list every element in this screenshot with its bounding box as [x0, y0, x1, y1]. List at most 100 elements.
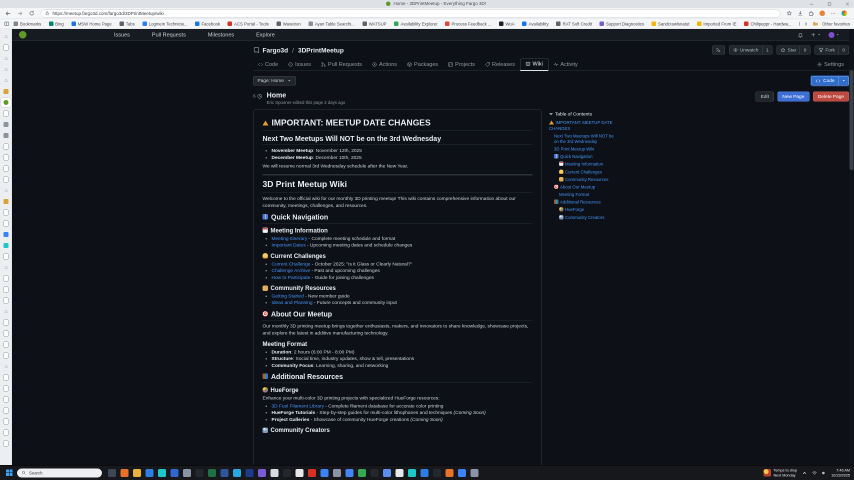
vertical-tab[interactable] [0, 350, 12, 361]
navbar-item-issues[interactable]: Issues [114, 32, 130, 38]
navbar-item-pull-requests[interactable]: Pull Requests [152, 32, 186, 38]
taskbar-app-icon[interactable] [433, 469, 441, 477]
taskbar-app-icon[interactable] [108, 469, 116, 477]
vertical-tab[interactable]: ⌂ [0, 185, 12, 196]
bookmark-item[interactable]: RAT Soft Credit [556, 21, 592, 26]
taskbar-app-icon[interactable] [458, 469, 466, 477]
taskbar-app-icon[interactable] [383, 469, 391, 477]
vertical-tab[interactable] [0, 42, 12, 53]
maximize-button[interactable] [827, 2, 832, 7]
vertical-tab[interactable] [0, 383, 12, 394]
browser-tab[interactable]: Home - 3DPrintMeetup - Everything Fargo … [386, 1, 486, 6]
fork-button[interactable]: Fork0 [814, 46, 849, 55]
toc-collapse-icon[interactable] [549, 113, 553, 116]
start-button[interactable] [6, 469, 13, 476]
bookmark-item[interactable]: Availability [522, 21, 549, 26]
network-icon[interactable] [812, 470, 817, 475]
downloads-icon[interactable] [798, 11, 804, 17]
vertical-tab[interactable] [0, 196, 12, 207]
content-link[interactable]: Current Challenge [272, 261, 311, 267]
wiki-revisions-button[interactable]: 6 [253, 94, 263, 100]
taskbar-app-icon[interactable] [471, 469, 479, 477]
bookmark-item[interactable]: WATSUP [362, 21, 386, 26]
vertical-tab[interactable] [0, 394, 12, 405]
content-link[interactable]: Meeting Itinerary [272, 236, 308, 242]
tab-actions[interactable]: Actions [367, 60, 402, 71]
bookmark-item[interactable]: Support Diagnostics [599, 21, 644, 26]
toc-link[interactable]: Meeting Format [549, 192, 615, 198]
taskbar-app-icon[interactable] [121, 469, 129, 477]
vertical-tab[interactable] [0, 273, 12, 284]
taskbar-app-icon[interactable] [183, 469, 191, 477]
content-link[interactable]: How to Participate [272, 275, 311, 281]
taskbar-app-icon[interactable] [308, 469, 316, 477]
user-menu[interactable] [829, 32, 841, 38]
bookmark-item[interactable]: Wavetron [276, 21, 301, 26]
taskbar-app-icon[interactable] [158, 469, 166, 477]
other-favorites-button[interactable]: Other favorites [822, 21, 850, 26]
toc-link[interactable]: Community Resources [549, 177, 615, 183]
content-link[interactable]: Getting Started [272, 294, 304, 300]
scrollbar-thumb[interactable] [850, 70, 854, 170]
bookmark-item[interactable]: ACS Portal - Tools [228, 21, 269, 26]
taskbar-app-icon[interactable] [283, 469, 291, 477]
content-link[interactable]: Challenge Archive [272, 268, 311, 274]
taskbar-app-icon[interactable] [296, 469, 304, 477]
taskbar-app-icon[interactable] [133, 469, 141, 477]
bookmark-item[interactable]: Process Feedback ... [445, 21, 491, 26]
taskbar-weather[interactable]: Temps to drop Next Monday [763, 468, 797, 477]
vertical-tab[interactable] [0, 295, 12, 306]
bookmark-item[interactable]: Availability Explorer [394, 21, 438, 26]
taskbar-search[interactable]: Search [17, 468, 102, 477]
extensions-icon[interactable] [809, 11, 815, 17]
vertical-tab[interactable] [0, 97, 12, 108]
taskbar-app-icon[interactable] [246, 469, 254, 477]
taskbar-app-icon[interactable] [208, 469, 216, 477]
taskbar-app-icon[interactable] [258, 469, 266, 477]
refresh-button[interactable] [29, 11, 35, 17]
tab-releases[interactable]: Releases [480, 60, 520, 71]
vertical-tab[interactable]: ⌂ [0, 53, 12, 64]
bookmarks-overflow-icon[interactable] [804, 21, 809, 26]
vertical-tab[interactable] [0, 174, 12, 185]
tab-settings[interactable]: Settings [812, 60, 849, 71]
vertical-tab[interactable] [0, 108, 12, 119]
vertical-tab[interactable] [0, 317, 12, 328]
bookmark-item[interactable]: Sandcrawlsnatut [651, 21, 689, 26]
bookmark-item[interactable]: How to configure A... [799, 21, 800, 26]
vertical-tab[interactable] [0, 163, 12, 174]
notifications-bell-icon[interactable] [798, 32, 804, 38]
taskbar-app-icon[interactable] [321, 469, 329, 477]
rss-feed-button[interactable] [712, 46, 725, 55]
vertical-tab[interactable] [0, 141, 12, 152]
tab-code[interactable]: Code [253, 60, 283, 71]
content-link[interactable]: Ideas and Planning [272, 300, 313, 306]
toc-link[interactable]: Quick Navigation [549, 154, 615, 160]
create-new-button[interactable] [811, 32, 822, 38]
toc-link[interactable]: 3D Print Meetup Wiki [549, 147, 615, 153]
taskbar-app-icon[interactable] [233, 469, 241, 477]
vertical-tab[interactable] [0, 240, 12, 251]
vertical-tab[interactable] [0, 372, 12, 383]
vertical-tab[interactable] [0, 207, 12, 218]
vertical-tab[interactable] [0, 427, 12, 438]
taskbar-app-icon[interactable] [271, 469, 279, 477]
navbar-item-explore[interactable]: Explore [256, 32, 275, 38]
taskbar-app-icon[interactable] [171, 469, 179, 477]
vertical-tab[interactable]: ⌂ [0, 75, 12, 86]
wiki-page-dropdown[interactable]: Page: Home [253, 76, 296, 86]
toc-link[interactable]: Community Creators [549, 215, 615, 221]
bookmark-item[interactable]: Chilipeppr - Hardwa... [744, 21, 792, 26]
tab-issues[interactable]: Issues [283, 60, 316, 71]
bookmark-item[interactable]: Facebook [195, 21, 220, 26]
bookmark-item[interactable]: Tabs [119, 21, 134, 26]
bookmark-item[interactable]: Imported From IE [697, 21, 737, 26]
repo-owner-link[interactable]: Fargo3d [263, 46, 289, 54]
tab-projects[interactable]: Projects [443, 60, 480, 71]
vertical-tab[interactable] [0, 438, 12, 449]
toc-link[interactable]: Meeting Information [549, 162, 615, 168]
browser-menu-icon[interactable] [831, 11, 837, 17]
star-count[interactable]: 0 [800, 46, 810, 54]
unwatch-count[interactable]: 1 [762, 46, 772, 54]
taskbar-clock[interactable]: 7:46 AM 10/23/2025 [831, 468, 850, 477]
